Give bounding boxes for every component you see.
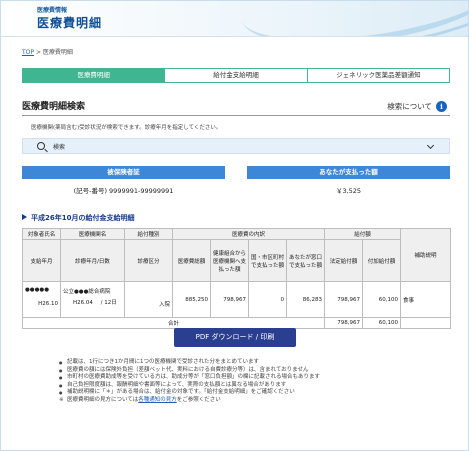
row-health-ins: 798,967 — [210, 281, 249, 318]
th-institution: 医療機関名 — [60, 228, 125, 240]
th-benefit-amount: 給付額 — [324, 228, 402, 240]
insured-label: 被保険者証 — [22, 166, 225, 179]
th-target-name: 対象者氏名 — [22, 228, 61, 240]
paid-amount-card: あなたが支払った額 ￥3,525 — [247, 166, 450, 195]
th-additional: 付加給付額 — [362, 239, 402, 282]
chevron-down-icon[interactable] — [426, 141, 435, 150]
page-frame: 医療費情報 医療費明細 TOP > 医療費明細 医療費明細 給付金支給明細 ジェ… — [0, 0, 469, 451]
note-item: 市町村の医療費助成等を受けている方は、助成分等が「窓口負担額」の欄に記載される場… — [59, 374, 320, 382]
header-subtitle: 医療費情報 — [37, 7, 68, 14]
row-supplement: 食事 — [400, 281, 452, 318]
row-additional: 60,100 — [362, 281, 402, 318]
tab-medical-details[interactable]: 医療費明細 — [23, 69, 165, 82]
tab-bar: 医療費明細 給付金支給明細 ジェネリック医薬品差額通知 — [22, 68, 450, 83]
search-icon — [37, 142, 45, 150]
row-total: 885,250 — [172, 281, 211, 318]
section-divider — [22, 115, 450, 116]
detail-section-title: 平成26年10月の給付金支給明細 — [22, 213, 134, 223]
breadcrumb-separator: > — [35, 49, 41, 56]
page-header: 医療費情報 医療費明細 — [1, 1, 468, 37]
info-circle-icon[interactable]: i — [436, 101, 447, 112]
row-category: 入院 — [124, 281, 173, 318]
reference-note: 医療費明細の見方については各種通知の見方をご参照ください — [59, 397, 320, 405]
row-city: 0 — [248, 281, 287, 318]
row-visit-slash: / — [100, 300, 103, 306]
detail-title-text: 平成26年10月の給付金支給明細 — [31, 214, 135, 222]
table-total-row: 合計 798,967 60,100 — [21, 317, 452, 329]
search-section-title: 医療費明細検索 — [22, 102, 86, 112]
th-supplement: 補助説明 — [400, 228, 452, 282]
total-statutory: 798,967 — [324, 317, 364, 329]
triangle-right-icon — [22, 214, 27, 220]
total-label: 合計 — [21, 317, 326, 329]
cell-name-month: ●●●●● H26.10 — [22, 281, 61, 318]
th-medical-breakdown: 医療費の内訳 — [171, 228, 326, 240]
th-payment-month: 支給年月 — [22, 239, 61, 282]
row-you-paid: 86,283 — [285, 281, 326, 318]
row-statutory: 798,967 — [324, 281, 364, 318]
row-institution[interactable]: 公立●●●総合病院 — [63, 287, 122, 295]
notes-list: 記載は、1行につき1か月間に1つの医療機関で受診された分をまとめています 医療費… — [59, 359, 320, 405]
cell-institution: 公立●●●総合病院 H26.04 / 12日 — [60, 281, 125, 318]
insured-value: (記号-番号) 9999991-99999991 — [73, 187, 174, 195]
th-visit-date: 診療年月/日数 — [60, 239, 125, 282]
breadcrumb-current: 医療費明細 — [42, 49, 73, 56]
tab-benefit-details[interactable]: 給付金支給明細 — [164, 69, 307, 82]
th-benefit-type: 給付種別 — [124, 228, 173, 240]
th-health-insurance-paid: 健康組合から医療機関へ支払った額 — [210, 239, 249, 282]
row-visit-days: 12日 — [104, 300, 117, 306]
insured-card: 被保険者証 (記号-番号) 9999991-99999991 — [22, 166, 225, 195]
header-decoration — [285, 1, 468, 36]
search-accordion[interactable]: 検索 — [22, 138, 450, 154]
about-search-label: 検索について — [387, 102, 432, 111]
ref-note-after: をご参照ください — [176, 396, 221, 403]
search-description: 医療機関(薬局含む)受診状況が検索できます。診療年月を指定してください。 — [31, 125, 222, 131]
tab-generic-notice[interactable]: ジェネリック医薬品差額通知 — [306, 69, 449, 82]
total-additional: 60,100 — [362, 317, 402, 329]
note-item: 補助説明欄に「＊」がある場合は、給付金の対象です。「給付金支給明細」をご確認くだ… — [59, 389, 320, 397]
table-row: ●●●●● H26.10 公立●●●総合病院 H26.04 / 12日 入院 8… — [22, 281, 452, 318]
note-item: 記載は、1行につき1か月間に1つの医療機関で受診された分をまとめています — [59, 359, 320, 367]
total-supplement — [400, 317, 452, 329]
paid-label: あなたが支払った額 — [247, 166, 450, 179]
row-payment-month: H26.10 — [38, 301, 58, 307]
search-label: 検索 — [53, 143, 66, 151]
pdf-download-button[interactable]: PDF ダウンロード / 印刷 — [174, 328, 296, 347]
ref-note-before: 医療費明細の見方については — [67, 396, 139, 403]
th-medical-category: 診療区分 — [124, 239, 173, 282]
paid-value: ￥3,525 — [335, 187, 362, 195]
benefit-details-table: 対象者氏名 医療機関名 給付種別 医療費の内訳 給付額 補助説明 支給年月 診療… — [21, 228, 452, 329]
breadcrumb-top-link[interactable]: TOP — [22, 49, 34, 56]
row-visit: H26.04 / 12日 — [63, 298, 122, 306]
row-visit-month: H26.04 — [73, 300, 93, 306]
th-statutory: 法定給付額 — [324, 239, 364, 282]
th-you-paid: あなたが窓口で支払った額 — [285, 239, 326, 282]
row-name: ●●●●● — [25, 287, 49, 293]
th-city-paid: 国・市区町村で支払った額 — [248, 239, 287, 282]
notice-guide-link[interactable]: 各種通知の見方 — [138, 397, 177, 403]
breadcrumb: TOP > 医療費明細 — [22, 47, 73, 56]
page-title: 医療費明細 — [37, 16, 103, 30]
about-search-link[interactable]: 検索について i — [387, 101, 447, 112]
th-total-medical: 医療費総額 — [172, 239, 211, 282]
